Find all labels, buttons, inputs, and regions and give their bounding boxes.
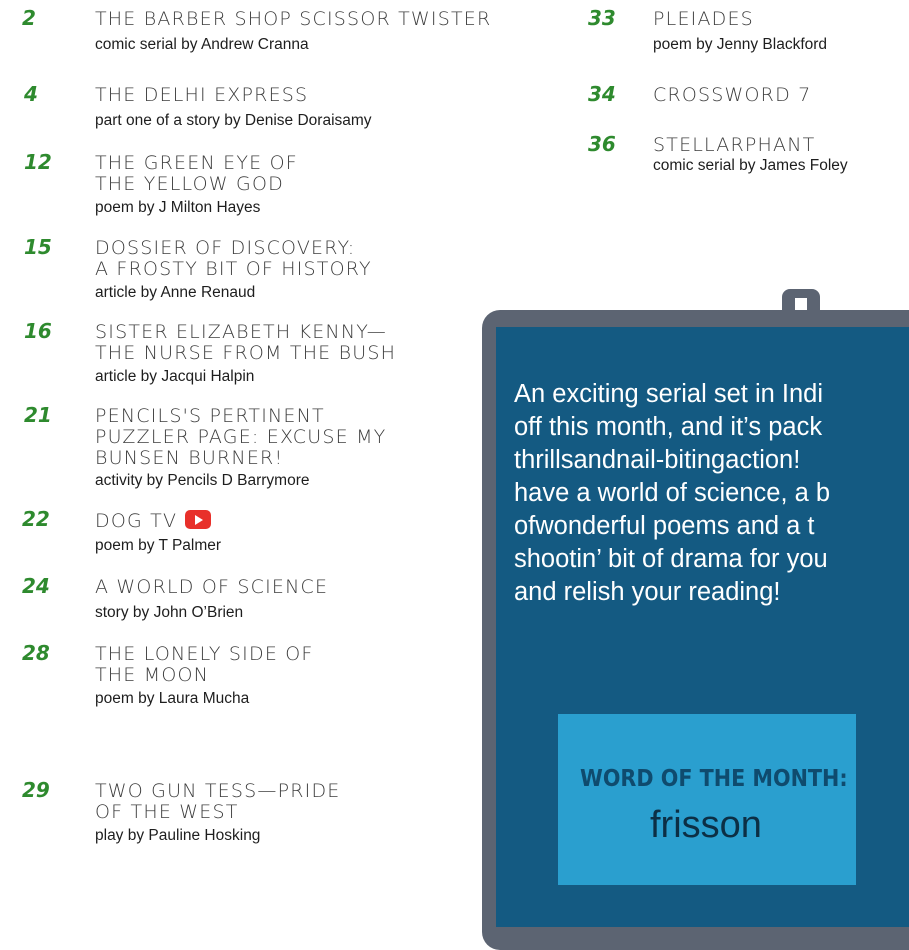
toc-title: THE BARBER SHOP SCISSOR TWISTER (95, 8, 492, 30)
page-number: 36 (588, 132, 616, 156)
toc-subtitle: poem by J Milton Hayes (95, 199, 261, 216)
word-of-the-month-box: WORD OF THE MONTH: frisson (558, 714, 856, 885)
toc-subtitle: comic serial by James Foley (653, 157, 848, 174)
toc-title: THE DELHI EXPRESS (95, 84, 309, 106)
word-of-the-month-word: frisson (650, 804, 762, 846)
page-number: 34 (588, 82, 616, 106)
toc-title: PLEIADES (653, 8, 754, 30)
toc-title-text: DOG TV (95, 510, 178, 532)
page-number: 22 (22, 507, 50, 531)
toc-subtitle: play by Pauline Hosking (95, 827, 261, 844)
page-number: 29 (22, 778, 50, 802)
page-number: 21 (24, 403, 52, 427)
page-number: 2 (22, 6, 36, 30)
page-number: 28 (22, 641, 50, 665)
toc-subtitle: story by John O’Brien (95, 604, 244, 621)
word-of-the-month-label: WORD OF THE MONTH: (580, 766, 848, 792)
toc-subtitle: article by Jacqui Halpin (95, 368, 255, 385)
page-number: 33 (588, 6, 616, 30)
toc-subtitle: activity by Pencils D Barrymore (95, 472, 310, 489)
toc-subtitle: article by Anne Renaud (95, 284, 256, 301)
toc-title: CROSSWORD 7 (653, 84, 812, 106)
page-number: 24 (22, 574, 50, 598)
toc-title: STELLARPHANT (653, 134, 816, 156)
toc-title: DOSSIER OF DISCOVERY: A FROSTY BIT OF HI… (95, 237, 372, 280)
toc-subtitle: comic serial by Andrew Cranna (95, 36, 309, 53)
toc-title: THE GREEN EYE OF THE YELLOW GOD (95, 152, 298, 195)
toc-subtitle: poem by Laura Mucha (95, 690, 250, 707)
toc-subtitle: poem by T Palmer (95, 537, 222, 554)
youtube-play-icon[interactable] (185, 510, 212, 529)
toc-subtitle: part one of a story by Denise Doraisamy (95, 112, 372, 129)
page-number: 16 (24, 319, 52, 343)
intro-blurb: An exciting serial set in Indi off this … (514, 380, 831, 606)
page-number: 4 (24, 82, 38, 106)
page-number: 15 (24, 235, 52, 259)
toc-subtitle: poem by Jenny Blackford (653, 36, 828, 53)
page-number: 12 (24, 150, 52, 174)
